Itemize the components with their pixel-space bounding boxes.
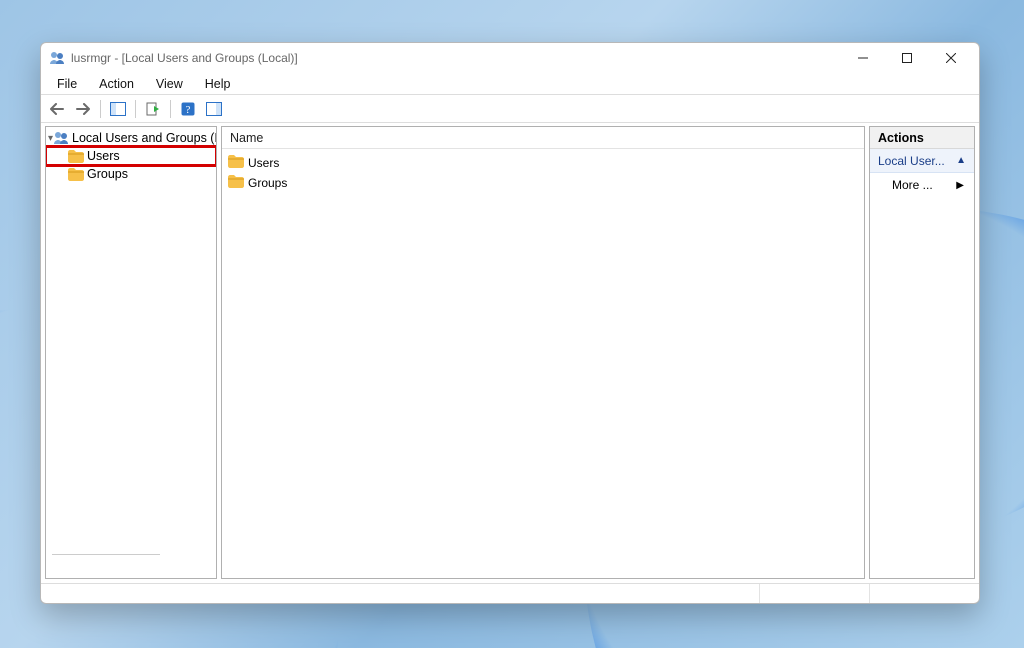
maximize-button[interactable] bbox=[885, 44, 929, 72]
chevron-right-icon: ▶ bbox=[956, 180, 964, 191]
tree-node-groups[interactable]: Groups bbox=[46, 165, 216, 183]
tree-horizontal-scrollbar[interactable] bbox=[52, 554, 160, 570]
actions-more-item[interactable]: More ... ▶ bbox=[870, 173, 974, 197]
statusbar-cell bbox=[759, 584, 869, 603]
toolbar-export-button[interactable] bbox=[141, 98, 165, 120]
list-item-label: Groups bbox=[248, 176, 287, 190]
titlebar[interactable]: lusrmgr - [Local Users and Groups (Local… bbox=[41, 43, 979, 73]
folder-icon bbox=[228, 175, 244, 191]
collapse-icon: ▲ bbox=[956, 155, 966, 166]
tree-node-users[interactable]: Users bbox=[46, 147, 216, 165]
details-list-pane: Name Users Groups bbox=[221, 126, 865, 579]
list-item[interactable]: Groups bbox=[226, 173, 860, 193]
folder-icon bbox=[68, 166, 84, 182]
toolbar-separator bbox=[135, 100, 136, 118]
window-body: ▾ Local Users and Groups (Local) Users bbox=[41, 123, 979, 583]
tree-root-label: Local Users and Groups (Local) bbox=[72, 131, 216, 145]
menu-help[interactable]: Help bbox=[195, 75, 241, 93]
list-item[interactable]: Users bbox=[226, 153, 860, 173]
menu-file[interactable]: File bbox=[47, 75, 87, 93]
statusbar-cell bbox=[869, 584, 979, 603]
mmc-window: lusrmgr - [Local Users and Groups (Local… bbox=[40, 42, 980, 604]
list-column-header[interactable]: Name bbox=[222, 127, 864, 149]
toolbar: ? bbox=[41, 95, 979, 123]
desktop-background: lusrmgr - [Local Users and Groups (Local… bbox=[0, 0, 1024, 648]
actions-group-header[interactable]: Local User... ▲ bbox=[870, 149, 974, 173]
toolbar-forward-button[interactable] bbox=[71, 98, 95, 120]
window-title: lusrmgr - [Local Users and Groups (Local… bbox=[71, 51, 298, 65]
tree-root-node[interactable]: ▾ Local Users and Groups (Local) bbox=[46, 129, 216, 147]
actions-pane: Actions Local User... ▲ More ... ▶ bbox=[869, 126, 975, 579]
tree-node-label: Users bbox=[87, 149, 120, 163]
list-item-label: Users bbox=[248, 156, 279, 170]
toolbar-separator bbox=[100, 100, 101, 118]
toolbar-toggle-actions-button[interactable] bbox=[202, 98, 226, 120]
toolbar-back-button[interactable] bbox=[45, 98, 69, 120]
toolbar-separator bbox=[170, 100, 171, 118]
menubar: File Action View Help bbox=[41, 73, 979, 95]
menu-view[interactable]: View bbox=[146, 75, 193, 93]
statusbar bbox=[41, 583, 979, 603]
menu-action[interactable]: Action bbox=[89, 75, 144, 93]
folder-icon bbox=[228, 155, 244, 171]
list-body[interactable]: Users Groups bbox=[222, 149, 864, 197]
actions-more-label: More ... bbox=[892, 178, 933, 192]
actions-group-label: Local User... bbox=[878, 154, 945, 168]
svg-text:?: ? bbox=[186, 104, 191, 116]
toolbar-help-button[interactable]: ? bbox=[176, 98, 200, 120]
minimize-button[interactable] bbox=[841, 44, 885, 72]
folder-icon bbox=[68, 148, 84, 164]
users-groups-icon bbox=[53, 130, 69, 146]
tree-node-label: Groups bbox=[87, 167, 128, 181]
actions-pane-title: Actions bbox=[870, 127, 974, 149]
app-icon bbox=[49, 50, 65, 66]
console-tree[interactable]: ▾ Local Users and Groups (Local) Users bbox=[46, 127, 216, 578]
statusbar-cell bbox=[41, 584, 759, 603]
close-button[interactable] bbox=[929, 44, 973, 72]
console-tree-pane: ▾ Local Users and Groups (Local) Users bbox=[45, 126, 217, 579]
column-name-header[interactable]: Name bbox=[230, 131, 263, 145]
toolbar-toggle-tree-button[interactable] bbox=[106, 98, 130, 120]
